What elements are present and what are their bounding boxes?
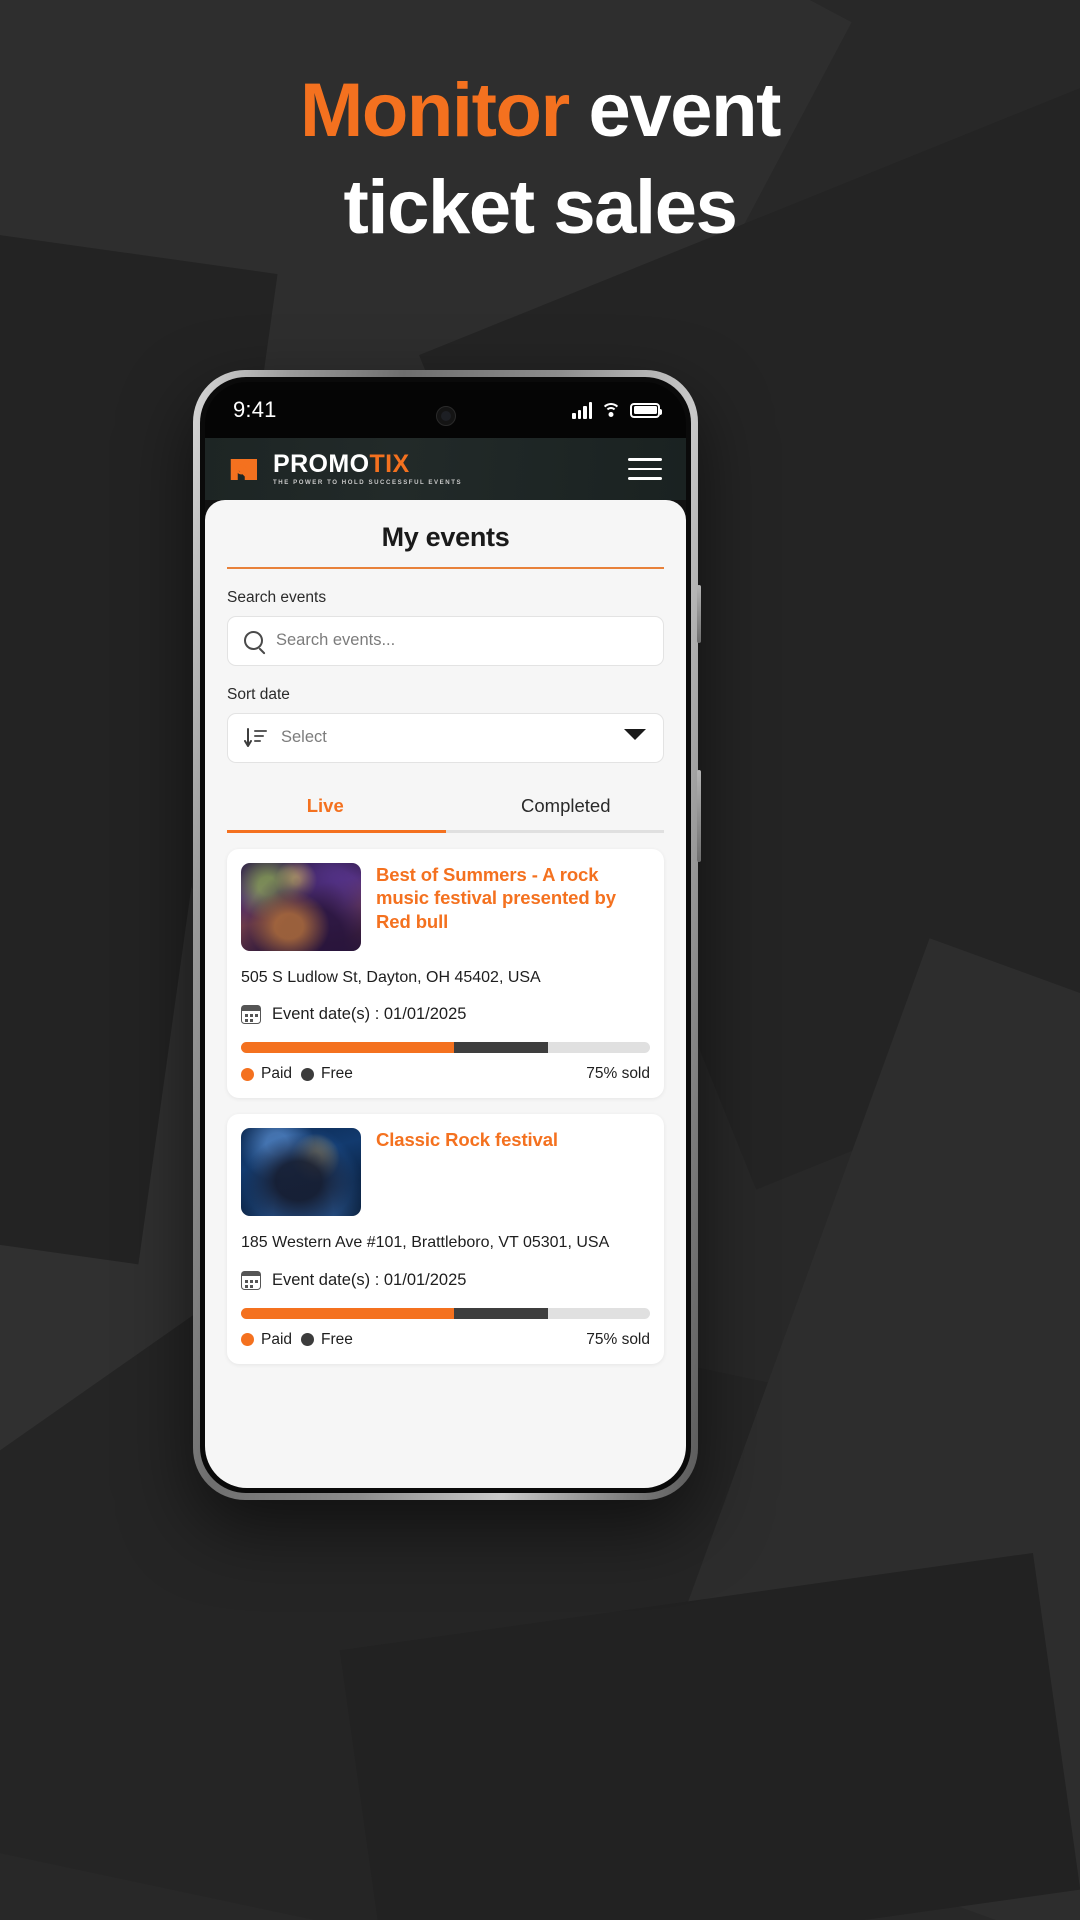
legend-free: Free: [301, 1065, 353, 1083]
volume-button[interactable]: [697, 585, 701, 643]
calendar-icon: [241, 1270, 261, 1290]
front-camera-punchhole: [435, 406, 456, 426]
ticket-sales-progress: [241, 1042, 650, 1054]
power-button[interactable]: [697, 770, 701, 862]
event-card[interactable]: Best of Summers - A rock music festival …: [227, 848, 664, 1099]
search-icon: [244, 631, 263, 651]
sort-label: Sort date: [227, 685, 290, 703]
brand-word-primary: PROMO: [273, 449, 370, 478]
hero-headline: Monitor event ticket sales: [0, 62, 1080, 257]
search-input[interactable]: Search events...: [227, 615, 664, 666]
event-date-row: Event date(s) : 01/01/2025: [241, 1270, 650, 1290]
legend-paid: Paid: [241, 1331, 292, 1349]
brand-wordmark: PROMOTIX: [273, 449, 462, 478]
free-dot-icon: [301, 1333, 315, 1347]
tab-completed[interactable]: Completed: [446, 785, 687, 830]
search-field-block: Search events Search events...: [205, 589, 686, 666]
free-dot-icon: [301, 1067, 315, 1081]
search-placeholder: Search events...: [276, 631, 396, 650]
progress-legend: Paid Free 75% sold: [241, 1331, 650, 1349]
sold-percentage: 75% sold: [586, 1065, 650, 1083]
app-content: My events Search events Search events...…: [205, 500, 686, 1488]
event-thumbnail: [241, 862, 361, 951]
event-card[interactable]: Classic Rock festival 185 Western Ave #1…: [227, 1114, 664, 1364]
sort-field-block: Sort date Select: [205, 686, 686, 763]
progress-paid-segment: [241, 1307, 454, 1319]
event-title[interactable]: Best of Summers - A rock music festival …: [376, 863, 650, 951]
sort-descending-icon: [244, 727, 268, 748]
phone-screen: 9:41 PROMOTIX THE POWER TO HOLD SUCCESSF…: [205, 382, 686, 1488]
tab-indicator-active: [227, 829, 446, 833]
sort-selected-value: Select: [281, 728, 327, 747]
hero-headline-line2: ticket sales: [343, 165, 737, 251]
legend-free-label: Free: [321, 1330, 353, 1348]
progress-free-segment: [453, 1042, 548, 1054]
brand-text: PROMOTIX THE POWER TO HOLD SUCCESSFUL EV…: [273, 449, 463, 486]
legend-free: Free: [301, 1331, 353, 1349]
search-label: Search events: [227, 588, 327, 606]
app-header: PROMOTIX THE POWER TO HOLD SUCCESSFUL EV…: [205, 438, 686, 500]
progress-legend: Paid Free 75% sold: [241, 1065, 650, 1083]
legend-paid: Paid: [241, 1065, 292, 1083]
tab-indicator-inactive: [445, 829, 664, 833]
event-thumbnail: [241, 1128, 361, 1217]
brand-word-accent: TIX: [369, 449, 410, 478]
event-title[interactable]: Classic Rock festival: [376, 1128, 558, 1216]
legend-paid-label: Paid: [261, 1065, 293, 1083]
sort-date-select[interactable]: Select: [227, 712, 664, 763]
ticket-sales-progress: [241, 1307, 650, 1319]
tab-live[interactable]: Live: [205, 785, 446, 830]
legend-paid-label: Paid: [261, 1330, 293, 1348]
signal-bars-icon: [572, 401, 592, 419]
event-address: 505 S Ludlow St, Dayton, OH 45402, USA: [241, 968, 541, 986]
event-card-top: Best of Summers - A rock music festival …: [241, 862, 650, 951]
page-title: My events: [381, 522, 510, 552]
status-time: 9:41: [233, 397, 277, 422]
event-card-top: Classic Rock festival: [241, 1128, 650, 1217]
paid-dot-icon: [241, 1067, 254, 1081]
event-list: Best of Summers - A rock music festival …: [205, 833, 686, 1364]
event-status-tabs: Live Completed: [205, 785, 686, 830]
event-date-row: Event date(s) : 01/01/2025: [241, 1005, 650, 1025]
phone-mockup: 9:41 PROMOTIX THE POWER TO HOLD SUCCESSF…: [193, 370, 701, 1500]
status-icons: [572, 401, 662, 419]
event-date: Event date(s) : 01/01/2025: [272, 1005, 467, 1024]
hero-headline-accent: Monitor: [299, 68, 570, 153]
promotix-logo-mark-icon: [229, 452, 264, 487]
brand-logo[interactable]: PROMOTIX THE POWER TO HOLD SUCCESSFUL EV…: [229, 449, 463, 487]
hero-headline-rest: event: [568, 68, 781, 153]
wifi-icon: [601, 402, 621, 418]
phone-bezel: 9:41 PROMOTIX THE POWER TO HOLD SUCCESSF…: [200, 377, 691, 1493]
tab-indicator-rail: [227, 829, 664, 833]
chevron-down-icon[interactable]: [623, 728, 647, 747]
progress-paid-segment: [241, 1042, 454, 1054]
progress-free-segment: [453, 1307, 548, 1319]
brand-tagline: THE POWER TO HOLD SUCCESSFUL EVENTS: [273, 478, 463, 486]
hamburger-menu-icon[interactable]: [628, 458, 662, 480]
status-bar: 9:41: [205, 382, 686, 438]
legend-free-label: Free: [321, 1065, 353, 1083]
event-address: 185 Western Ave #101, Brattleboro, VT 05…: [241, 1234, 610, 1252]
paid-dot-icon: [241, 1333, 254, 1347]
battery-icon: [630, 402, 662, 418]
sold-percentage: 75% sold: [586, 1330, 650, 1348]
event-date: Event date(s) : 01/01/2025: [272, 1270, 467, 1289]
calendar-icon: [241, 1005, 261, 1025]
title-divider: [227, 567, 664, 569]
